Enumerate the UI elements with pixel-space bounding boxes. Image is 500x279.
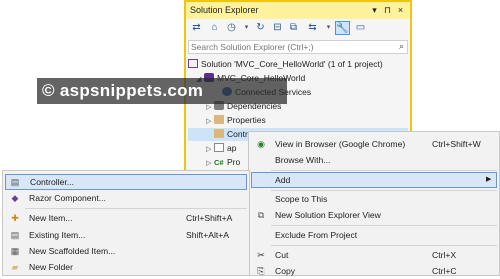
new-item-icon: ✚	[11, 213, 19, 223]
pending-changes-icon[interactable]: ◷	[224, 21, 239, 35]
collapsed-caret-icon[interactable]: ▷	[206, 157, 214, 170]
new-folder-icon: ▰	[11, 262, 19, 272]
menu-item-new-solution-explorer-view[interactable]: ⧉ New Solution Explorer View	[251, 207, 497, 223]
solution-explorer-title: Solution Explorer	[190, 5, 259, 15]
submenu-item-new-folder[interactable]: ▰ New Folder	[5, 259, 247, 275]
solution-icon	[188, 59, 198, 68]
razor-icon: ◆	[11, 193, 19, 203]
tree-item-program[interactable]: ▷ C# Pro	[206, 156, 240, 169]
menu-item-scope-to-this[interactable]: Scope to This	[251, 191, 497, 207]
watermark: © aspsnippets.com	[37, 78, 287, 104]
new-view-icon: ⧉	[257, 210, 265, 220]
search-box[interactable]: ⌕	[188, 40, 408, 54]
copy-icon: ⎘	[257, 266, 265, 276]
collapse-all-icon[interactable]: ⊟	[270, 21, 285, 35]
submenu-item-controller[interactable]: ▤ Controller...	[5, 174, 247, 190]
search-icon[interactable]: ⌕	[399, 41, 404, 52]
menu-separator	[271, 245, 497, 246]
json-file-icon	[214, 143, 224, 152]
menu-item-view-in-browser[interactable]: ◉ View in Browser (Google Chrome) Ctrl+S…	[251, 136, 497, 152]
close-icon[interactable]: ×	[395, 5, 406, 16]
csharp-file-icon: C#	[214, 158, 224, 167]
menu-separator	[271, 225, 497, 226]
properties-folder-icon	[214, 115, 224, 124]
tree-item-solution[interactable]: Solution 'MVC_Core_HelloWorld' (1 of 1 p…	[188, 58, 383, 71]
show-all-files-icon[interactable]: ⧉	[286, 21, 301, 35]
pin-icon[interactable]: ⊓	[382, 5, 393, 16]
wrench-icon[interactable]: 🔧	[335, 21, 350, 35]
collapsed-caret-icon[interactable]: ▷	[206, 115, 214, 128]
browser-icon: ◉	[257, 139, 265, 149]
menu-item-copy[interactable]: ⎘ Copy Ctrl+C	[251, 263, 497, 279]
solution-explorer-toolbar: ⇄ ⌂ ◷ ▾ ↻ ⊟ ⧉ ⇆ ▾ 🔧 ▭	[186, 19, 410, 38]
controller-icon: ▤	[10, 177, 20, 187]
tree-item-properties[interactable]: ▷ Properties	[206, 114, 266, 127]
dropdown-arrow-icon[interactable]: ▾	[369, 5, 380, 16]
submenu-item-existing-item[interactable]: ▤ Existing Item... Shift+Alt+A	[5, 227, 247, 243]
existing-item-icon: ▤	[10, 230, 20, 240]
scaffold-icon: ▦	[10, 246, 20, 256]
context-menu: ◉ View in Browser (Google Chrome) Ctrl+S…	[248, 131, 500, 276]
menu-item-cut[interactable]: ✂ Cut Ctrl+X	[251, 247, 497, 263]
solution-explorer-title-bar: Solution Explorer ▾ ⊓ ×	[186, 2, 410, 19]
refresh-icon[interactable]: ↻	[253, 21, 268, 35]
preview-selected-items-icon[interactable]: ▭	[353, 21, 368, 35]
home-icon[interactable]: ⌂	[207, 21, 222, 35]
sync-dropdown-icon[interactable]: ▾	[321, 21, 336, 35]
menu-item-browse-with[interactable]: Browse With...	[251, 152, 497, 168]
submenu-arrow-icon: ▶	[486, 176, 492, 183]
menu-separator	[25, 208, 247, 209]
tree-item-ap[interactable]: ▷ ap	[206, 142, 236, 155]
menu-item-add[interactable]: Add ▶	[251, 172, 497, 188]
sync-with-active-document-icon[interactable]: ⇆	[305, 21, 320, 35]
menu-separator	[271, 170, 497, 171]
search-input[interactable]	[191, 41, 381, 53]
submenu-item-new-scaffolded-item[interactable]: ▦ New Scaffolded Item...	[5, 243, 247, 259]
collapsed-caret-icon[interactable]: ▷	[206, 143, 214, 156]
menu-item-exclude-from-project[interactable]: Exclude From Project	[251, 227, 497, 243]
history-dropdown-icon[interactable]: ▾	[239, 21, 254, 35]
submenu-item-new-item[interactable]: ✚ New Item... Ctrl+Shift+A	[5, 210, 247, 226]
folder-icon	[214, 129, 224, 138]
switch-views-icon[interactable]: ⇄	[189, 21, 204, 35]
scissors-icon: ✂	[257, 250, 265, 260]
add-submenu: ▤ Controller... ◆ Razor Component... ✚ N…	[2, 170, 250, 276]
submenu-item-razor-component[interactable]: ◆ Razor Component...	[5, 190, 247, 206]
